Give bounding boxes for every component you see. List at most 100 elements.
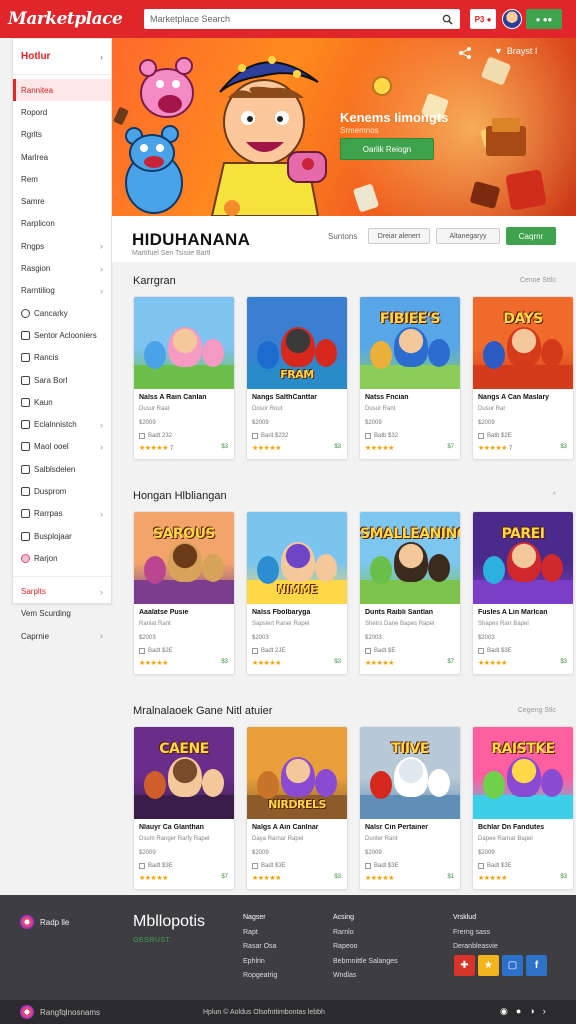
info-icon[interactable]: ● — [516, 1006, 521, 1017]
footer-link[interactable]: Rarnlo — [333, 926, 398, 941]
game-card[interactable]: RAISTKE Bchlar Dn Fandutes Dapee Rarnar Ba… — [472, 726, 574, 890]
game-card[interactable]: FIBIEE'S Natss Fncian Dusur Rant $2009 Batb … — [359, 296, 461, 460]
game-card[interactable]: CAENE Nlauyr Ca Glanthan Dsum Ranger Rarfy… — [133, 726, 235, 890]
game-thumbnail[interactable]: CAENE — [134, 727, 234, 819]
game-card[interactable]: SMALLEANING Dunts Raibli Santlan Shetrs Da… — [359, 511, 461, 675]
hero-brand[interactable]: ▼ Brayst I — [494, 46, 537, 56]
sidebar-item[interactable]: Rasgion › — [13, 257, 111, 279]
game-card[interactable]: NIRDRELS Nalgs A Ain Canlnar Daya Rarnar R… — [246, 726, 348, 890]
sidebar-item[interactable]: Rarjon — [13, 547, 111, 569]
game-thumbnail[interactable]: NIMME — [247, 512, 347, 604]
sidebar-footer-item[interactable]: Vem Scurding — [13, 603, 111, 625]
game-thumbnail[interactable]: PAREI — [473, 512, 573, 604]
sidebar-footer-item[interactable]: Caprnie › — [13, 625, 111, 647]
sidebar-item[interactable]: Sara Borl — [13, 369, 111, 391]
checkbox-icon[interactable] — [478, 433, 484, 439]
sidebar-item[interactable]: Eclalnnistch › — [13, 413, 111, 435]
section-links[interactable]: Cegeng Stlc — [518, 707, 556, 714]
chevron-right-icon[interactable]: › — [543, 1006, 546, 1017]
game-card[interactable]: PAREI Fusles A Lin Marlcan Shapes Rarr Bap… — [472, 511, 574, 675]
footer-brand-label[interactable]: Radp lle — [40, 918, 69, 927]
footer-link[interactable]: Rapeoo — [333, 940, 398, 955]
theme-icon[interactable]: ◑ — [529, 1006, 534, 1017]
game-thumbnail[interactable]: DAYS — [473, 297, 573, 389]
sidebar-item[interactable]: Cancarky — [13, 302, 111, 324]
sidebar-item[interactable]: Maol ooel › — [13, 436, 111, 458]
share-icon[interactable] — [458, 46, 472, 60]
sidebar-item[interactable]: Marlrea — [13, 146, 111, 168]
facebook-icon[interactable]: f — [526, 955, 547, 976]
footer-link[interactable]: Wndlas — [333, 969, 398, 984]
sidebar-footer-item[interactable]: Sarplts › — [13, 581, 111, 603]
filter-dropdown-1[interactable]: Dreiar alenert — [368, 228, 430, 244]
sidebar-item[interactable]: Samre — [13, 190, 111, 212]
sidebar-item[interactable]: Busplojaar — [13, 525, 111, 547]
footer-link[interactable]: Bebrnnittle Salanges — [333, 955, 398, 970]
account-button[interactable]: ● ●● — [526, 9, 562, 29]
footer-link[interactable]: Frerng sass — [453, 926, 498, 941]
footer-link[interactable]: Nagser — [243, 911, 277, 926]
game-card[interactable]: Nalss A Rain Canlan Dusur Raat $2009 Badt 2… — [133, 296, 235, 460]
game-thumbnail[interactable]: TIIVE — [360, 727, 460, 819]
footer-link[interactable]: Deranbleasvie — [453, 940, 498, 955]
sidebar-item[interactable]: Rarntiliog › — [13, 280, 111, 302]
checkbox-icon[interactable] — [365, 433, 371, 439]
footer-link[interactable]: Rasar Osa — [243, 940, 277, 955]
game-card[interactable]: NIMME Nalss Fbolbaryga Sapslert Raner Rape… — [246, 511, 348, 675]
hero-cta-button[interactable]: Oarlik Reiogn — [340, 138, 434, 160]
sidebar-item[interactable]: Rannitea — [13, 79, 111, 102]
game-thumbnail[interactable]: SMALLEANING — [360, 512, 460, 604]
sidebar-item[interactable]: Dusprom — [13, 480, 111, 502]
settings-icon[interactable]: ◉ — [500, 1006, 508, 1017]
footer-link[interactable]: Rapt — [243, 926, 277, 941]
game-card[interactable]: SAROUS Aaalatse Pusie Ranlat Rant $2003 Badt… — [133, 511, 235, 675]
game-thumbnail[interactable]: RAISTKE — [473, 727, 573, 819]
game-thumbnail[interactable]: FRAM — [247, 297, 347, 389]
checkbox-icon[interactable] — [365, 648, 371, 654]
game-card[interactable]: FRAM Nangs SalthCanttar Dosor Rout $2009 Bar… — [246, 296, 348, 460]
checkbox-icon[interactable] — [478, 863, 484, 869]
checkbox-icon[interactable] — [252, 648, 258, 654]
game-card[interactable]: DAYS Nangs A Can Maslary Dusur Rar $2009 Bat… — [472, 296, 574, 460]
search-input[interactable]: Marketplace Search — [144, 9, 460, 29]
social-icon-2[interactable]: ★ — [478, 955, 499, 976]
sidebar-item[interactable]: Rgrlts — [13, 124, 111, 146]
sidebar-item[interactable]: Sentor Aclooniers — [13, 324, 111, 346]
user-avatar[interactable] — [502, 9, 522, 29]
sidebar-item[interactable]: Rngps › — [13, 235, 111, 257]
sidebar-item[interactable]: Rancis — [13, 347, 111, 369]
social-icon-3[interactable]: ▢ — [502, 955, 523, 976]
game-thumbnail[interactable]: SAROUS — [134, 512, 234, 604]
footer-link[interactable]: Ropgeatrig — [243, 969, 277, 984]
checkbox-icon[interactable] — [139, 863, 145, 869]
game-card[interactable]: TIIVE Nalsr Cin Pertainer Dunter Rant $2009… — [359, 726, 461, 890]
sidebar-item[interactable]: Kaun — [13, 391, 111, 413]
site-logo[interactable]: Marketplace — [8, 9, 128, 29]
checkbox-icon[interactable] — [139, 433, 145, 439]
primary-action-button[interactable]: Caqrnr — [506, 227, 556, 245]
hero-banner[interactable]: ▼ Brayst I Kenems Iimongts Srmemnos Oarl… — [112, 38, 576, 216]
sidebar-header[interactable]: Hotlur › — [13, 39, 111, 75]
sidebar-item[interactable]: Rem — [13, 168, 111, 190]
game-thumbnail[interactable]: NIRDRELS — [247, 727, 347, 819]
game-thumbnail[interactable]: FIBIEE'S — [360, 297, 460, 389]
social-icon-1[interactable]: ✚ — [454, 955, 475, 976]
game-thumbnail[interactable] — [134, 297, 234, 389]
bottom-brand-label[interactable]: Rangfqlnosnams — [40, 1008, 100, 1017]
sidebar-item[interactable]: Salblsdelen — [13, 458, 111, 480]
notifications-button[interactable]: P3 ● — [470, 9, 496, 29]
section-links[interactable]: Cenoe Sttlc — [520, 277, 556, 284]
footer-link[interactable]: Acsing — [333, 911, 398, 926]
sidebar-item[interactable]: Ropord — [13, 101, 111, 123]
sidebar-item[interactable]: Rarplicon — [13, 213, 111, 235]
checkbox-icon[interactable] — [139, 648, 145, 654]
sidebar-item[interactable]: Rarrpas › — [13, 503, 111, 525]
search-icon[interactable] — [440, 12, 454, 26]
checkbox-icon[interactable] — [252, 863, 258, 869]
filter-dropdown-2[interactable]: Altanegaryy — [436, 228, 500, 244]
section-links[interactable]: ^ — [553, 492, 556, 499]
footer-link[interactable]: Vrsklud — [453, 911, 498, 926]
checkbox-icon[interactable] — [478, 648, 484, 654]
footer-link[interactable]: Ephlrin — [243, 955, 277, 970]
checkbox-icon[interactable] — [252, 433, 258, 439]
